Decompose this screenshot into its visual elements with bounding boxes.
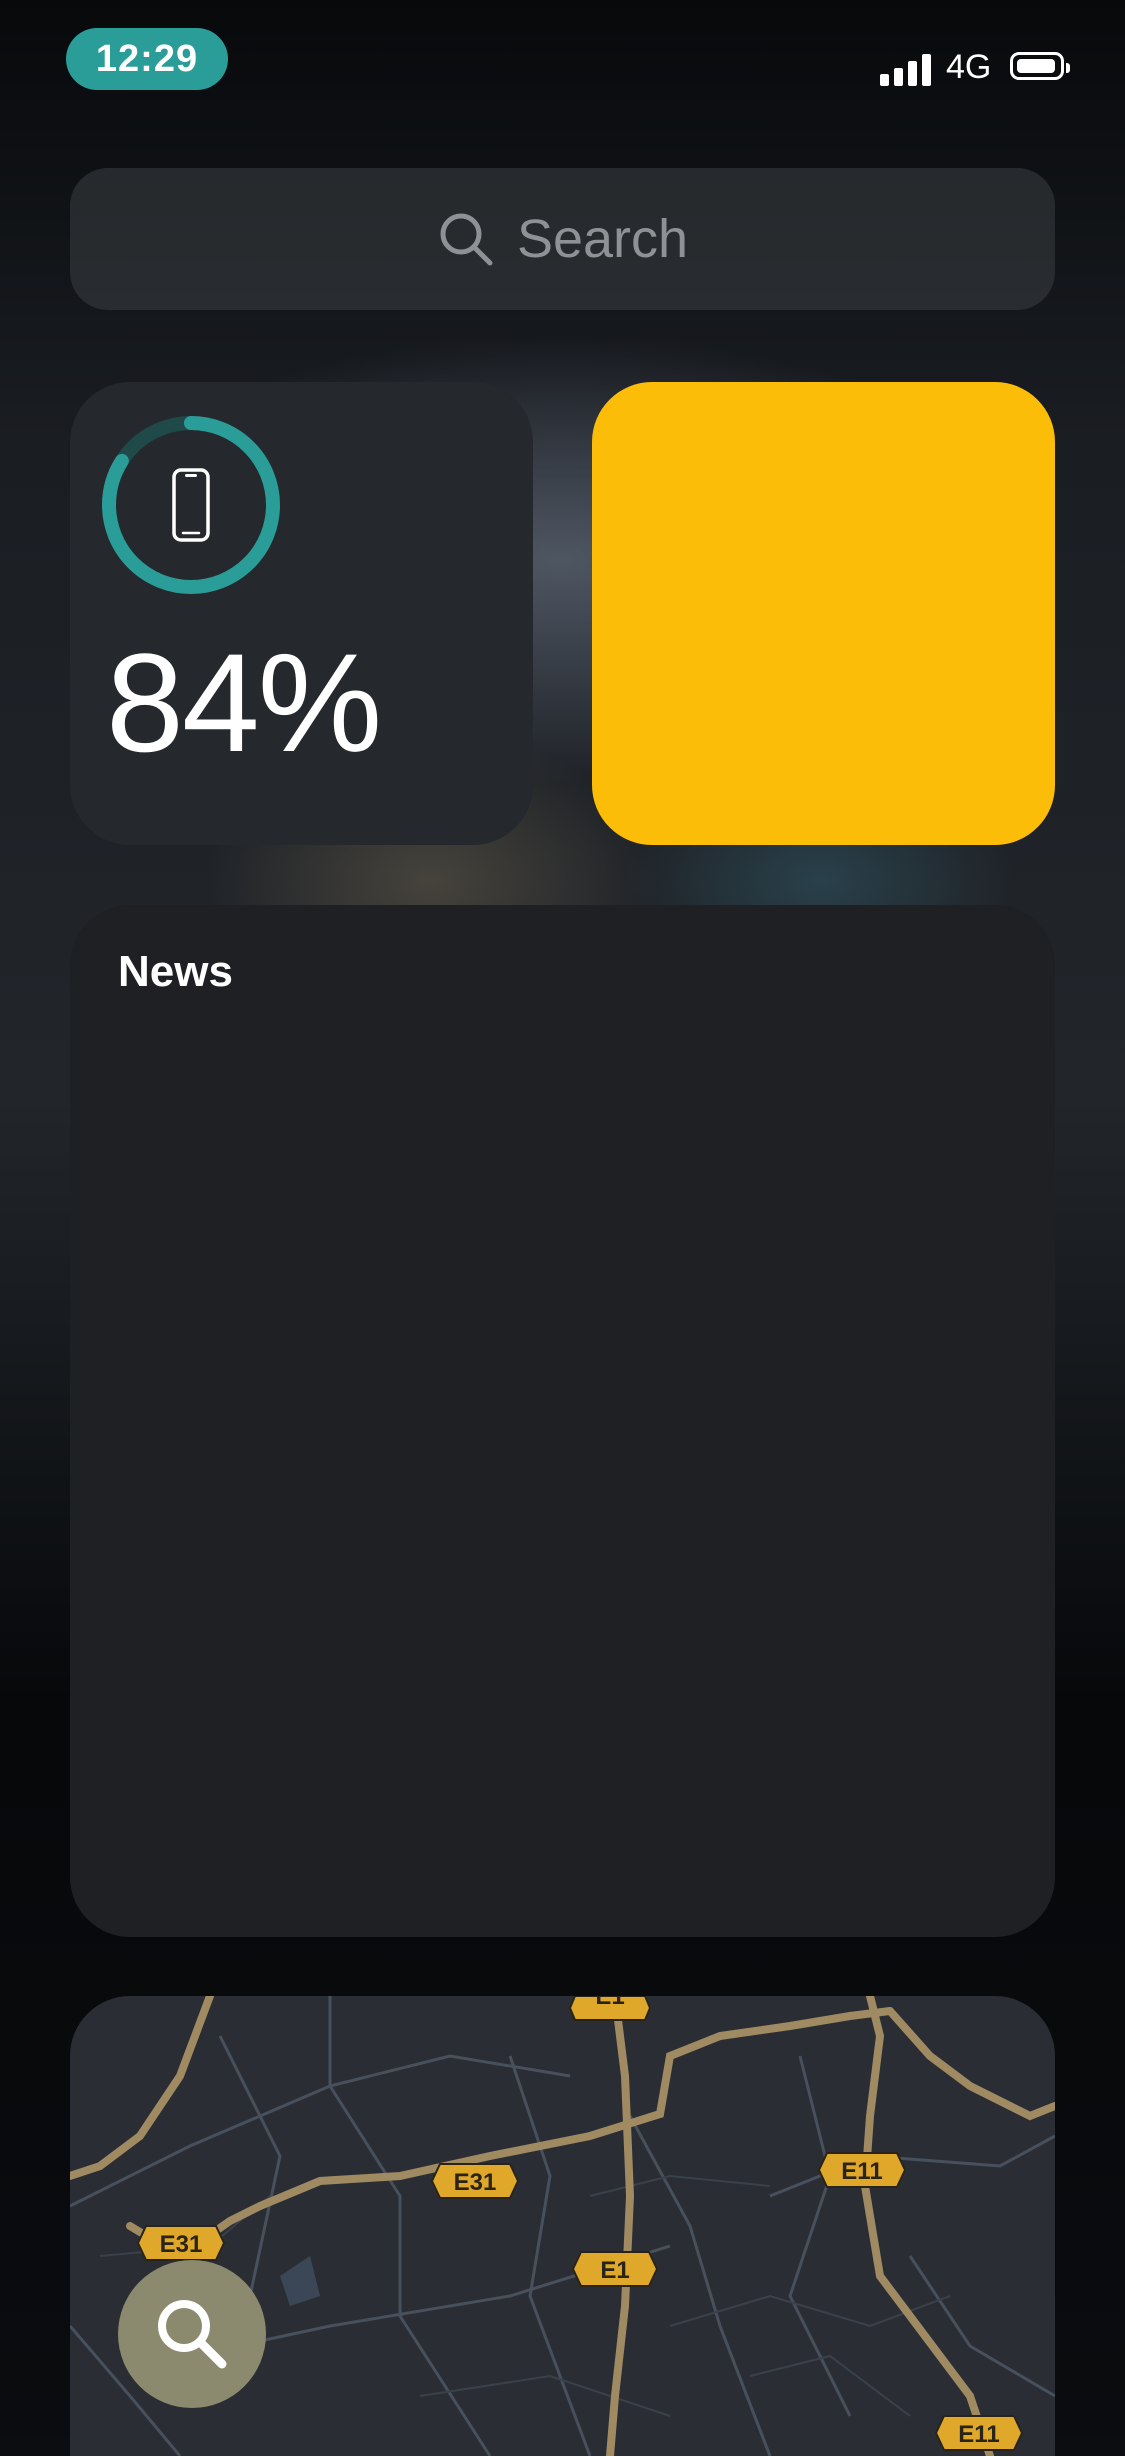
road-label: E31 (454, 2169, 497, 2196)
road-label: E31 (160, 2231, 203, 2258)
road-shield: E1 (571, 2251, 659, 2287)
magnifier-icon (158, 2300, 227, 2369)
network-type: 4G (946, 48, 992, 86)
search-icon (440, 213, 493, 266)
search-placeholder: Search (516, 209, 689, 269)
battery-icon (1010, 52, 1070, 80)
cellular-signal-icon (880, 52, 936, 86)
road-shield: E11 (817, 2152, 907, 2188)
road-shield: E11 (934, 2415, 1024, 2451)
road-label: E1 (600, 2257, 629, 2284)
map-search-button[interactable] (118, 2260, 266, 2408)
status-time[interactable]: 12:29 (66, 28, 228, 90)
road-shield: E1 (568, 1996, 652, 2021)
battery-ring (102, 416, 280, 594)
search-bar[interactable]: Search (70, 168, 1055, 310)
news-widget[interactable]: News (70, 905, 1055, 1937)
road-shield: E31 (430, 2163, 520, 2199)
map-widget[interactable]: E1 E31 E31 E11 E1 E11 (70, 1996, 1055, 2456)
road-label: E11 (841, 2158, 882, 2185)
road-shield: E31 (136, 2225, 226, 2261)
road-label: E1 (595, 1996, 624, 2010)
road-label: E11 (958, 2421, 999, 2448)
yellow-widget[interactable] (592, 382, 1055, 845)
battery-percent: 84% (106, 624, 382, 781)
news-title: News (118, 947, 233, 996)
iphone-icon (172, 468, 210, 542)
battery-widget[interactable]: 84% (70, 382, 533, 845)
